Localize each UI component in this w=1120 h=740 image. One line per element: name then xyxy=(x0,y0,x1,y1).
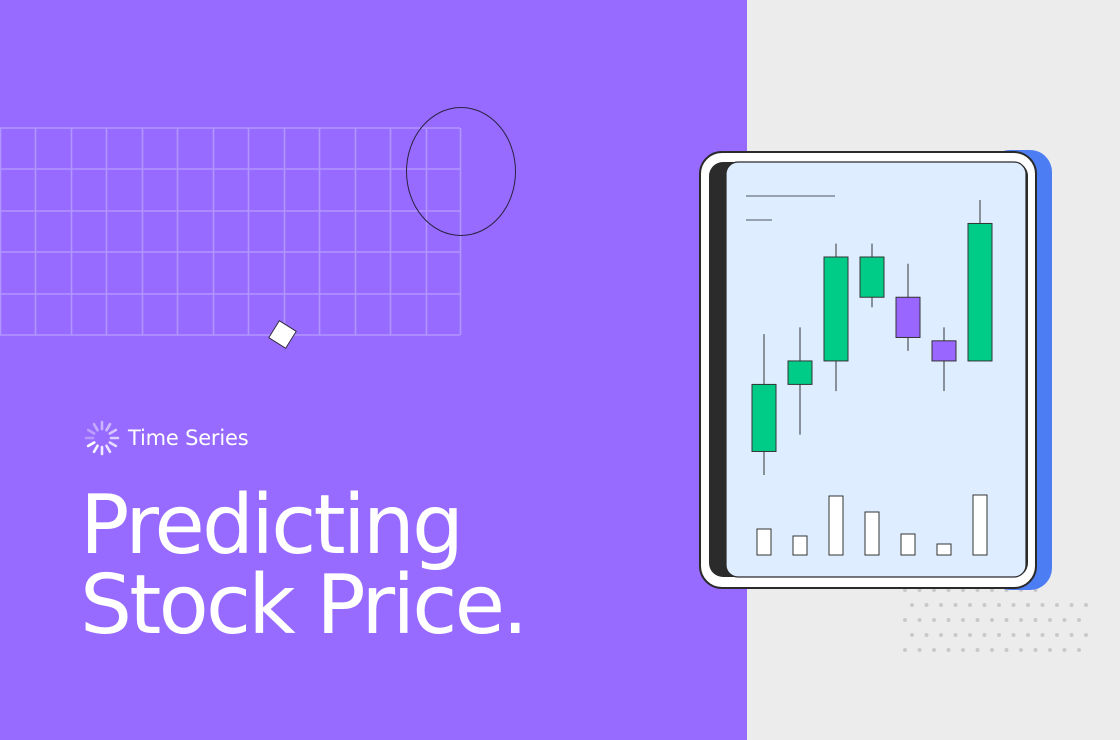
pattern-dot xyxy=(1026,633,1030,637)
pattern-dot xyxy=(903,618,907,622)
pattern-dot xyxy=(1004,648,1009,652)
pattern-dot xyxy=(997,633,1001,637)
volume-bar xyxy=(972,494,988,556)
spinner-ray xyxy=(86,441,96,448)
pattern-dot xyxy=(903,648,907,652)
pattern-dot xyxy=(1055,603,1059,607)
pattern-dot xyxy=(961,648,965,652)
candle-body xyxy=(823,256,849,362)
pattern-dot xyxy=(924,633,929,637)
pattern-dot xyxy=(939,603,943,607)
pattern-dot xyxy=(1011,603,1016,607)
pattern-dot xyxy=(1040,633,1045,637)
pattern-dot xyxy=(982,633,987,637)
pattern-dot xyxy=(968,603,972,607)
pattern-dot xyxy=(975,648,980,652)
pattern-dot xyxy=(1019,648,1023,652)
pattern-dot xyxy=(1062,618,1067,622)
pattern-dot xyxy=(924,603,929,607)
pattern-dot xyxy=(990,648,994,652)
pattern-dot xyxy=(1069,603,1074,607)
category-tag: Time Series xyxy=(84,420,249,456)
page-title: Predicting Stock Price. xyxy=(80,478,528,653)
spinner-ray xyxy=(86,428,96,435)
pattern-dot xyxy=(953,633,958,637)
pattern-dot xyxy=(917,648,922,652)
pattern-dot xyxy=(946,648,951,652)
pattern-dot xyxy=(953,603,958,607)
pattern-dot xyxy=(1033,648,1038,652)
volume-bar xyxy=(828,495,844,556)
pattern-dot xyxy=(932,648,936,652)
title-line-2: Stock Price. xyxy=(80,558,528,653)
pattern-dot xyxy=(1004,618,1009,622)
pattern-dot xyxy=(917,618,922,622)
spinner-ray xyxy=(105,444,112,454)
pattern-dot xyxy=(968,633,972,637)
pattern-dot xyxy=(1069,633,1074,637)
volume-bar xyxy=(792,535,808,556)
pattern-dot xyxy=(1062,648,1067,652)
volume-bar xyxy=(936,543,952,556)
spinner-ray xyxy=(108,428,118,435)
spinner-ray xyxy=(105,422,112,432)
volume-bar xyxy=(864,511,880,556)
pattern-dot xyxy=(1084,633,1088,637)
pattern-dot xyxy=(1026,603,1030,607)
pattern-dot xyxy=(1040,603,1045,607)
tablet-illustration xyxy=(699,150,1052,590)
pattern-dot xyxy=(1011,633,1016,637)
candle-body xyxy=(931,340,957,362)
pattern-dot xyxy=(1084,603,1088,607)
candle-body xyxy=(751,383,777,452)
pattern-dot xyxy=(1048,648,1052,652)
pattern-dot xyxy=(1077,618,1081,622)
spinner-ray xyxy=(92,444,99,454)
spinner-ray xyxy=(92,422,99,432)
candle-body xyxy=(787,360,813,385)
title-line-1: Predicting xyxy=(80,478,464,573)
candle-body xyxy=(967,222,993,362)
pattern-dot xyxy=(975,618,980,622)
pattern-dot xyxy=(939,633,943,637)
pattern-dot xyxy=(946,618,951,622)
pattern-dot xyxy=(910,633,914,637)
volume-bar xyxy=(900,533,916,556)
loading-spinner-icon xyxy=(84,420,120,456)
pattern-dot xyxy=(961,618,965,622)
pattern-dot xyxy=(982,603,987,607)
pattern-dot xyxy=(932,618,936,622)
volume-bar xyxy=(756,528,772,556)
pattern-dot xyxy=(990,618,994,622)
pattern-dot xyxy=(1048,618,1052,622)
circle-outline-decoration xyxy=(406,107,516,236)
pattern-dot xyxy=(997,603,1001,607)
tag-label: Time Series xyxy=(128,426,249,450)
candle-body xyxy=(895,296,921,338)
pattern-dot xyxy=(1019,618,1023,622)
candle-body xyxy=(859,256,885,298)
left-panel: Time Series Predicting Stock Price. xyxy=(0,0,747,740)
pattern-dot xyxy=(1077,648,1081,652)
grid-decoration xyxy=(0,127,462,336)
pattern-dot xyxy=(1055,633,1059,637)
pattern-dot xyxy=(910,603,914,607)
spinner-ray xyxy=(108,441,118,448)
pattern-dot xyxy=(1033,618,1038,622)
